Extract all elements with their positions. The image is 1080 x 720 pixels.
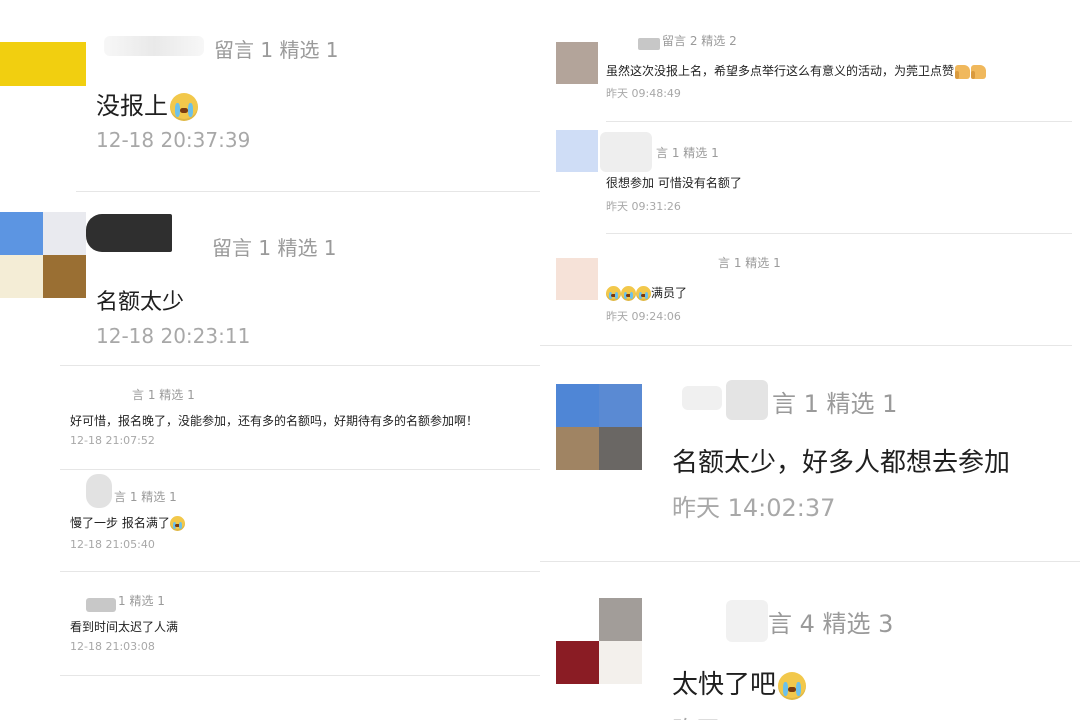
reply-stats: 言 1 精选 1	[718, 256, 781, 270]
username-blurred	[600, 132, 652, 172]
comment-time: 12-18 20:37:39	[96, 128, 251, 152]
username-blurred	[86, 214, 172, 252]
avatar-tile	[0, 212, 43, 255]
username-blurred	[104, 36, 204, 56]
comment-card: 留言 1 精选 1 名额太少 12-18 20:23:11	[0, 192, 540, 366]
thumbs-up-icon	[955, 64, 971, 79]
reply-stats: 留言 1 精选 1	[212, 236, 337, 260]
avatar-tile	[43, 212, 86, 255]
comment-text: 好可惜，报名晚了，没能参加，还有多的名额吗，好期待有多的名额参加啊！	[70, 414, 479, 428]
avatar-tile	[599, 598, 642, 641]
reply-stats: 1 精选 1	[118, 594, 165, 608]
reply-stats: 言 1 精选 1	[114, 490, 177, 504]
comment-time: 昨天 09:24:06	[606, 310, 681, 323]
crying-emoji-icon	[621, 286, 636, 301]
avatar-tile	[556, 427, 599, 470]
reply-stats: 言 1 精选 1	[132, 388, 195, 402]
comment-text: 名额太少	[96, 290, 185, 315]
divider	[60, 675, 540, 676]
comment-card: 言 1 精选 1 慢了一步 报名满了 12-18 21:05:40	[0, 470, 540, 572]
comment-time: 12-18 21:07:52	[70, 434, 155, 447]
avatar-blurred[interactable]	[86, 474, 112, 508]
avatar[interactable]	[0, 42, 86, 86]
comment-text: 名额太少，好多人都想去参加	[672, 448, 1011, 478]
comment-card: 留言 2 精选 2 虽然这次没报上名，希望多点举行这么有意义的活动，为莞卫点赞 …	[540, 0, 1080, 122]
avatar-tile	[556, 598, 599, 641]
comment-time: 昨天 09:48:49	[606, 87, 681, 100]
avatar-tile	[556, 384, 599, 427]
comment-card: 言 1 精选 1 很想参加 可惜没有名额了 昨天 09:31:26	[540, 122, 1080, 234]
avatar-tile	[599, 641, 642, 684]
comment-card: 留言 1 精选 1 没报上 12-18 20:37:39	[0, 0, 540, 192]
comment-card: 言 4 精选 3 太快了吧 昨天 13:14:53	[540, 562, 1080, 720]
crying-emoji-icon	[778, 671, 807, 700]
crying-emoji-icon	[606, 286, 621, 301]
avatar[interactable]	[556, 384, 642, 470]
avatar-tile	[599, 384, 642, 427]
comment-text: 虽然这次没报上名，希望多点举行这么有意义的活动，为莞卫点赞	[606, 62, 987, 79]
comment-time: 昨天 13:14:53	[672, 710, 835, 720]
comment-time: 12-18 20:23:11	[96, 324, 251, 348]
avatar[interactable]	[0, 212, 86, 298]
comment-text: 没报上	[96, 86, 198, 121]
avatar[interactable]	[556, 42, 598, 84]
avatar[interactable]	[556, 258, 598, 300]
comment-text: 慢了一步 报名满了	[70, 514, 185, 531]
avatar[interactable]	[556, 130, 598, 172]
reply-stats: 言 1 精选 1	[656, 146, 719, 160]
crying-emoji-icon	[636, 286, 651, 301]
username-blurred	[682, 386, 722, 410]
avatar-tile	[0, 42, 86, 86]
avatar[interactable]	[556, 598, 642, 684]
reply-stats: 言 1 精选 1	[772, 390, 898, 418]
comment-time: 12-18 21:05:40	[70, 538, 155, 551]
thumbs-up-icon	[971, 64, 987, 79]
username-blurred	[726, 600, 768, 642]
avatar-tile	[556, 641, 599, 684]
avatar-tile	[556, 42, 598, 84]
avatar-tile	[43, 255, 86, 298]
crying-emoji-icon	[170, 93, 198, 121]
avatar-blurred[interactable]	[86, 598, 116, 612]
comment-card: 1 精选 1 看到时间太迟了人满 12-18 21:03:08	[0, 572, 540, 676]
reply-stats: 言 4 精选 3	[768, 610, 894, 638]
comment-card: 言 1 精选 1 好可惜，报名晚了，没能参加，还有多的名额吗，好期待有多的名额参…	[0, 366, 540, 470]
comment-text: 满员了	[606, 284, 687, 301]
username-blurred	[726, 380, 768, 420]
comment-text: 很想参加 可惜没有名额了	[606, 176, 742, 190]
comment-time: 昨天 09:31:26	[606, 200, 681, 213]
avatar-tile	[556, 130, 598, 172]
crying-emoji-icon	[169, 516, 185, 531]
reply-stats: 留言 2 精选 2	[662, 34, 737, 48]
avatar-tile	[599, 427, 642, 470]
comment-card: 言 1 精选 1 名额太少，好多人都想去参加 昨天 14:02:37	[540, 346, 1080, 562]
username-blurred	[638, 38, 660, 50]
comment-text: 看到时间太迟了人满	[70, 620, 179, 634]
right-comment-panel: 留言 2 精选 2 虽然这次没报上名，希望多点举行这么有意义的活动，为莞卫点赞 …	[540, 0, 1080, 720]
avatar-tile	[556, 258, 598, 300]
comment-time: 12-18 21:03:08	[70, 640, 155, 653]
comment-text: 太快了吧	[672, 664, 807, 701]
comment-card: 言 1 精选 1 满员了 昨天 09:24:06	[540, 234, 1080, 346]
avatar-tile	[0, 255, 43, 298]
comment-time: 昨天 14:02:37	[672, 494, 836, 522]
reply-stats: 留言 1 精选 1	[214, 38, 339, 62]
left-comment-panel: 留言 1 精选 1 没报上 12-18 20:37:39 留言 1 精选 1 名…	[0, 0, 540, 720]
